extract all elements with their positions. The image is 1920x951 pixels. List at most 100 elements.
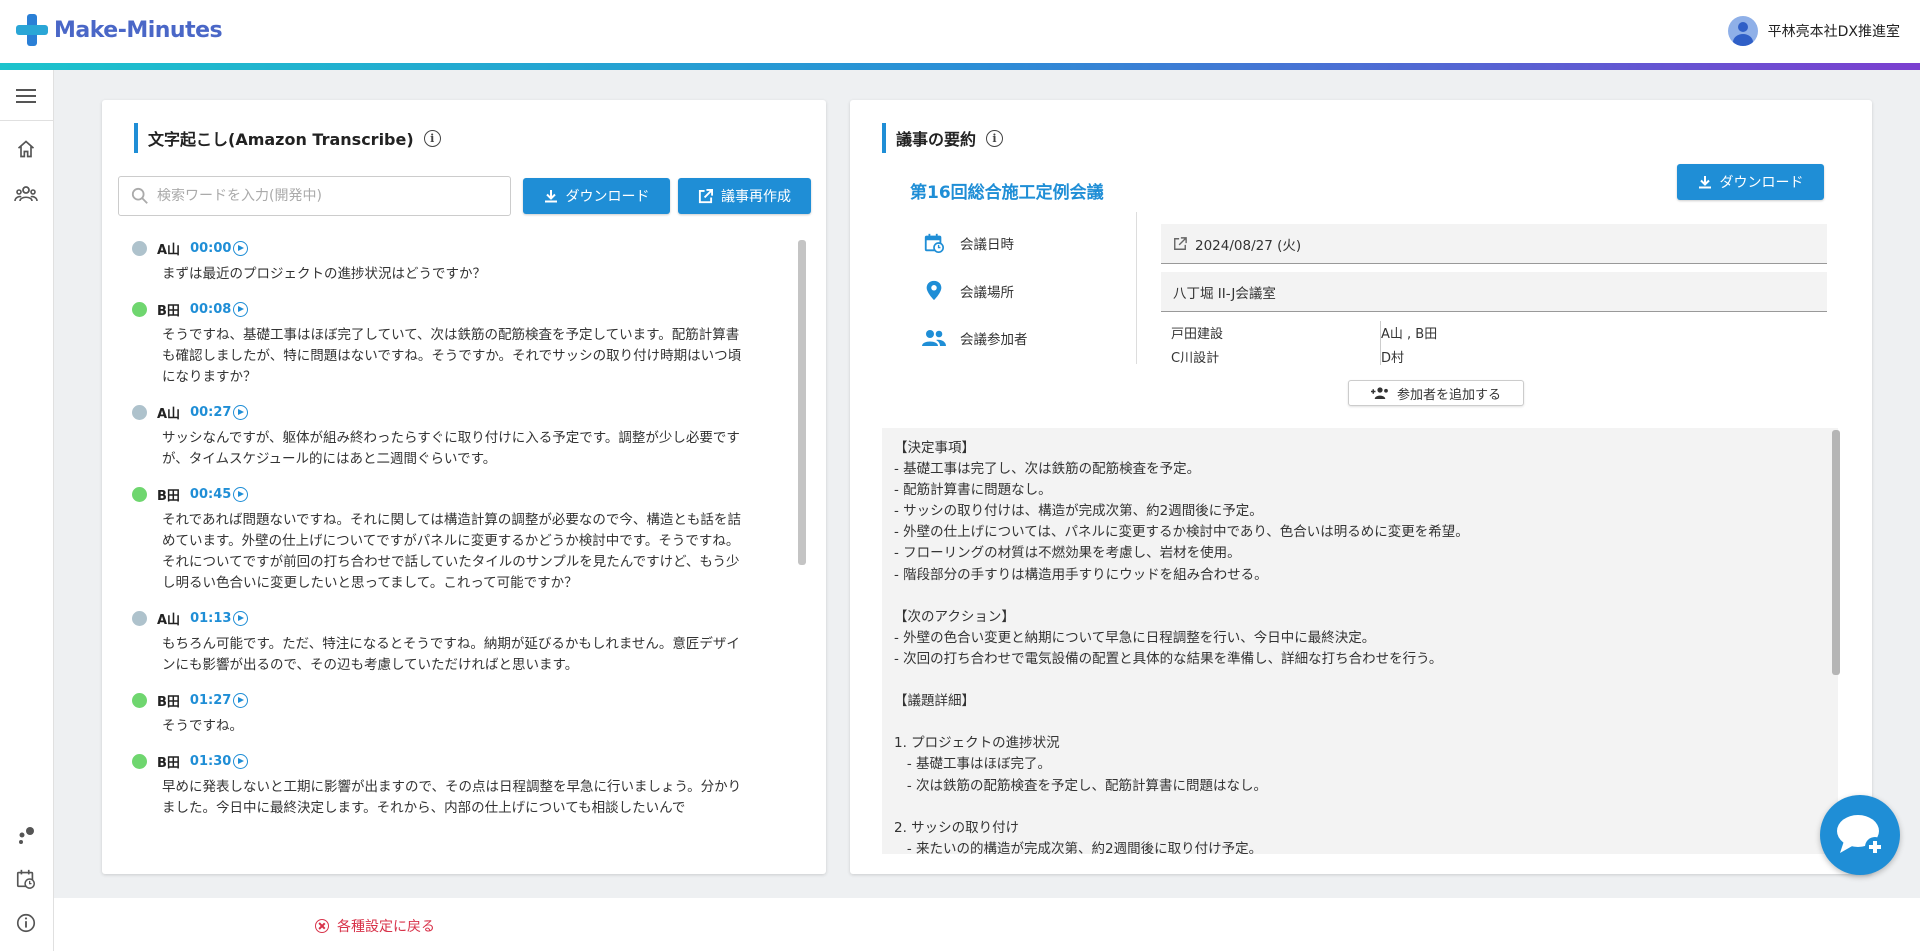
transcript-item-header: A山 00:00 <box>132 238 772 258</box>
transcript-text: サッシなんですが、躯体が組み終わったらすぐに取り付けに入る予定です。調整が少し必… <box>162 430 740 467</box>
timestamp-text: 01:27 <box>189 692 232 708</box>
speaker-name: B田 <box>157 488 180 504</box>
summary-title-text: 議事の要約 <box>896 130 977 149</box>
timestamp-link[interactable]: 00:08 <box>190 301 249 317</box>
meeting-title: 第16回総合施工定例会議 <box>910 183 1104 203</box>
search-input[interactable] <box>157 188 497 204</box>
transcript-download-button[interactable]: ダウンロード <box>523 178 670 214</box>
sidebar-divider <box>0 120 54 121</box>
title-accent-bar <box>134 123 138 153</box>
info-circle-icon[interactable] <box>14 911 38 935</box>
people-icon <box>922 326 946 350</box>
transcript-text: もちろん可能です。ただ、特注になるとそうですね。納期が延びるかもしれません。意匠… <box>162 636 740 673</box>
team-icon[interactable] <box>14 182 38 206</box>
timestamp-link[interactable]: 00:45 <box>189 486 249 502</box>
close-circle-icon <box>315 919 329 933</box>
transcript-item: B田 00:08 そうですね、基礎工事はほぼ完了していて、次は鉄筋の配筋検査を予定し… <box>132 299 772 388</box>
home-icon[interactable] <box>14 137 38 161</box>
speaker-dot-icon <box>132 610 147 626</box>
user-name: 平林亮本社DX推進室 <box>1767 24 1900 40</box>
menu-icon[interactable] <box>14 84 38 108</box>
timestamp-text: 01:13 <box>190 610 232 626</box>
play-icon[interactable] <box>233 240 249 256</box>
play-icon[interactable] <box>233 486 249 502</box>
app-name: Make-Minutes <box>54 17 223 43</box>
app-header: Make-Minutes 平林亮本社DX推進室 <box>0 0 1920 63</box>
play-icon[interactable] <box>233 404 249 420</box>
play-icon[interactable] <box>233 753 249 769</box>
transcription-title-text: 文字起こし(Amazon Transcribe) <box>148 130 414 149</box>
summary-textarea[interactable]: 【決定事項】 - 基礎工事は完了し、次は鉄筋の配筋検査を予定。 - 配筋計算書に… <box>882 428 1838 854</box>
timestamp-text: 00:45 <box>189 486 232 502</box>
summary-text: 【決定事項】 - 基礎工事は完了し、次は鉄筋の配筋検査を予定。 - 配筋計算書に… <box>894 440 1469 854</box>
meeting-date-label: 会議日時 <box>922 231 1014 255</box>
download-icon <box>1698 176 1711 189</box>
play-icon[interactable] <box>233 301 249 317</box>
speaker-dot-icon <box>132 240 147 256</box>
timestamp-text: 00:00 <box>190 240 232 256</box>
transcription-panel: 文字起こし(Amazon Transcribe) i ダウンロード 議事再作成 … <box>102 100 826 874</box>
user-menu[interactable]: 平林亮本社DX推進室 <box>1727 16 1900 46</box>
date-label-text: 会議日時 <box>960 237 1014 253</box>
timestamp-link[interactable]: 01:27 <box>189 692 249 708</box>
transcript-item-header: B田 00:08 <box>132 299 772 319</box>
transcript-item: B田 01:30 早めに発表しないと工期に影響が出ますので、その点は日程調整を早急に… <box>132 751 772 819</box>
sidebar <box>0 70 54 951</box>
transcript-item: A山 00:27 サッシなんですが、躯体が組み終わったらすぐに取り付けに入る予定です… <box>132 402 772 470</box>
title-accent-bar <box>882 123 886 153</box>
meeting-date-field[interactable]: 2024/08/27 (火) <box>1161 224 1827 264</box>
user-avatar-icon <box>1727 16 1758 46</box>
search-box[interactable] <box>118 176 511 216</box>
info-icon[interactable]: i <box>423 129 441 147</box>
speaker-name: A山 <box>157 612 181 628</box>
speaker-name: A山 <box>157 242 181 258</box>
back-to-settings-link[interactable]: 各種設定に戻る <box>315 916 435 936</box>
timestamp-link[interactable]: 01:13 <box>190 610 249 626</box>
timestamp-link[interactable]: 00:00 <box>190 240 249 256</box>
bubbles-icon[interactable] <box>14 823 38 847</box>
speaker-name: A山 <box>157 406 181 422</box>
speaker-dot-icon <box>132 404 147 420</box>
summary-title: 議事の要約 i <box>882 123 1004 153</box>
place-label-text: 会議場所 <box>960 285 1014 301</box>
open-external-icon <box>1174 236 1187 250</box>
info-icon[interactable]: i <box>986 129 1004 147</box>
transcript-text: そうですね、基礎工事はほぼ完了していて、次は鉄筋の配筋検査を予定しています。配筋… <box>162 327 742 385</box>
chat-button[interactable] <box>1820 795 1900 875</box>
download-label: ダウンロード <box>1719 175 1804 191</box>
add-participant-label: 参加者を追加する <box>1396 387 1501 403</box>
transcript-item: A山 01:13 もちろん可能です。ただ、特注になるとそうですね。納期が延びるかもし… <box>132 608 772 676</box>
participants-column-divider <box>1380 321 1381 365</box>
speaker-name: B田 <box>157 303 180 319</box>
add-participant-button[interactable]: 参加者を追加する <box>1348 380 1524 406</box>
open-external-icon <box>698 188 713 203</box>
participant-company: C川設計 <box>1171 351 1220 366</box>
timestamp-link[interactable]: 01:30 <box>190 753 249 769</box>
meeting-place-field[interactable]: 八丁堀 II-J会議室 <box>1161 272 1827 312</box>
speaker-dot-icon <box>132 301 147 317</box>
logo-plus-icon <box>16 14 48 46</box>
calendar-clock-icon[interactable] <box>14 867 38 891</box>
download-label: ダウンロード <box>565 189 650 205</box>
regenerate-minutes-button[interactable]: 議事再作成 <box>678 178 811 214</box>
speaker-dot-icon <box>132 692 147 708</box>
meeting-participants-label: 会議参加者 <box>922 326 1028 350</box>
meta-divider <box>1136 212 1137 364</box>
play-icon[interactable] <box>233 692 249 708</box>
transcript-item-header: A山 00:27 <box>132 402 772 422</box>
header-gradient-bar <box>0 63 1920 70</box>
summary-scrollbar[interactable] <box>1832 430 1840 675</box>
participant-people: A山 , B田 <box>1381 327 1438 342</box>
calendar-clock-icon <box>922 231 946 255</box>
transcript-text: まずは最近のプロジェクトの進捗状況はどうですか？ <box>162 266 486 282</box>
play-icon[interactable] <box>233 610 249 626</box>
timestamp-text: 00:27 <box>190 404 232 420</box>
transcript-list: A山 00:00 まずは最近のプロジェクトの進捗状況はどうですか？ B田 00:08 そう… <box>132 238 772 858</box>
app-logo[interactable]: Make-Minutes <box>16 14 223 46</box>
regenerate-label: 議事再作成 <box>721 189 791 205</box>
transcript-item-header: B田 01:30 <box>132 751 772 771</box>
summary-download-button[interactable]: ダウンロード <box>1677 164 1824 200</box>
speaker-name: B田 <box>157 694 180 710</box>
timestamp-link[interactable]: 00:27 <box>190 404 249 420</box>
transcript-scrollbar[interactable] <box>798 240 806 565</box>
